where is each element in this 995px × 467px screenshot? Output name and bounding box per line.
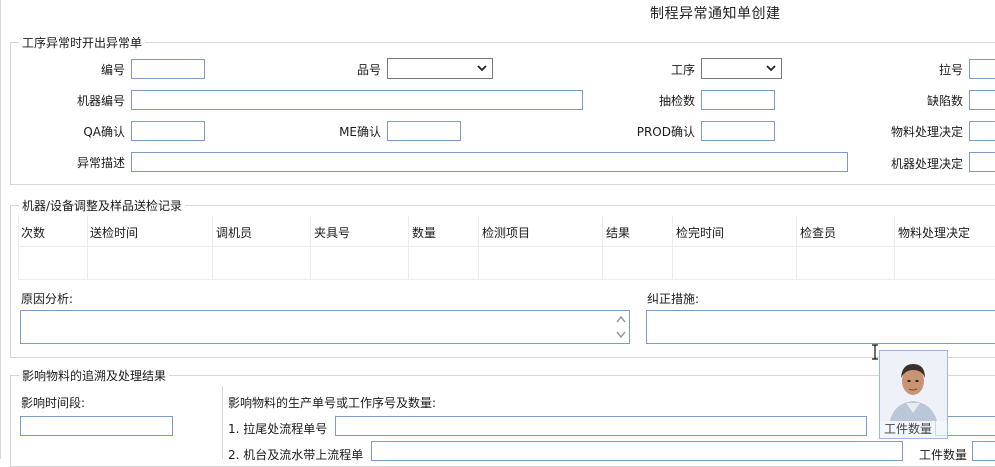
photo-caption: 工件数量 xyxy=(884,422,933,436)
column-header-result: 结果 xyxy=(606,226,631,240)
col-divider xyxy=(18,216,19,279)
page-title: 制程异常通知单创建 xyxy=(650,6,781,22)
col-divider xyxy=(602,216,603,279)
qa-confirm-label: QA确认 xyxy=(83,125,125,139)
machine-no-input[interactable] xyxy=(131,90,583,110)
product-no-select[interactable] xyxy=(387,58,493,79)
correction-label: 纠正措施: xyxy=(647,292,700,306)
col-divider xyxy=(796,216,797,279)
machine-belt-order-label: 2. 机台及流水带上流程单 xyxy=(228,448,364,462)
material-trace-legend: 影响物料的追溯及处理结果 xyxy=(19,367,170,384)
col-divider xyxy=(894,216,895,279)
sample-qty-label: 抽检数 xyxy=(658,94,695,108)
line-no-input[interactable] xyxy=(969,59,995,79)
anomaly-desc-input[interactable] xyxy=(131,152,848,172)
window-left-edge xyxy=(0,0,1,459)
cause-analysis-textarea[interactable] xyxy=(20,310,630,344)
machine-no-label: 机器编号 xyxy=(76,94,125,108)
number-input[interactable] xyxy=(131,59,205,79)
piece-qty-label: 工件数量 xyxy=(919,448,968,462)
machine-decision-input[interactable] xyxy=(969,152,995,172)
table-header-divider xyxy=(18,246,995,247)
column-header-test-item: 检测项目 xyxy=(482,226,531,240)
col-divider xyxy=(310,216,311,279)
text-cursor-icon xyxy=(872,344,878,360)
section-divider xyxy=(222,386,223,459)
material-decision-input[interactable] xyxy=(969,121,995,141)
number-label: 编号 xyxy=(100,63,125,77)
user-photo-overlay[interactable]: 工件数量 xyxy=(879,350,948,439)
prod-confirm-input[interactable] xyxy=(701,121,775,141)
qa-confirm-input[interactable] xyxy=(131,121,205,141)
time-period-label: 影响时间段: xyxy=(21,396,86,410)
sample-qty-input[interactable] xyxy=(701,90,775,110)
time-period-input[interactable] xyxy=(20,416,173,436)
affected-order-label: 影响物料的生产单号或工作序号及数量: xyxy=(228,396,437,410)
column-header-check-done-time: 检完时间 xyxy=(676,226,725,240)
column-header-count: 次数 xyxy=(21,226,46,240)
tail-flow-order-label: 1. 拉尾处流程单号 xyxy=(228,422,328,436)
column-header-inspector: 检查员 xyxy=(800,226,837,240)
piece-qty-input[interactable] xyxy=(972,441,995,461)
line-no-label: 拉号 xyxy=(938,63,963,77)
material-decision-label: 物料处理决定 xyxy=(890,125,963,139)
col-divider xyxy=(478,216,479,279)
process-select[interactable] xyxy=(701,58,782,79)
anomaly-desc-label: 异常描述 xyxy=(76,156,125,170)
chevron-down-icon xyxy=(766,65,776,72)
col-divider xyxy=(408,216,409,279)
col-divider xyxy=(212,216,213,279)
column-header-send-time: 送检时间 xyxy=(90,226,139,240)
process-label: 工序 xyxy=(670,63,695,77)
defect-qty-label: 缺陷数 xyxy=(926,94,963,108)
me-confirm-input[interactable] xyxy=(387,121,461,141)
column-header-quantity: 数量 xyxy=(412,226,437,240)
column-header-adjuster: 调机员 xyxy=(216,226,253,240)
me-confirm-label: ME确认 xyxy=(339,125,381,139)
machine-decision-label: 机器处理决定 xyxy=(890,157,963,171)
product-no-label: 品号 xyxy=(356,63,381,77)
prod-confirm-label: PROD确认 xyxy=(636,125,695,139)
anomaly-info-legend: 工序异常时开出异常单 xyxy=(19,34,146,51)
correction-textarea[interactable] xyxy=(646,310,995,344)
machine-belt-order-input[interactable] xyxy=(371,441,903,461)
defect-qty-input[interactable] xyxy=(969,90,995,110)
chevron-down-icon xyxy=(477,65,487,72)
scroll-arrows-icon[interactable] xyxy=(614,312,628,342)
column-header-fixture-no: 夹具号 xyxy=(314,226,351,240)
col-divider xyxy=(672,216,673,279)
person-avatar-icon xyxy=(880,351,947,421)
cause-analysis-label: 原因分析: xyxy=(21,292,74,306)
table-row-bottom xyxy=(18,279,995,280)
col-divider xyxy=(87,216,88,279)
column-header-material-decision: 物料处理决定 xyxy=(898,226,971,240)
tail-flow-order-input[interactable] xyxy=(335,416,867,436)
adjustment-record-legend: 机器/设备调整及样品送检记录 xyxy=(19,197,186,214)
